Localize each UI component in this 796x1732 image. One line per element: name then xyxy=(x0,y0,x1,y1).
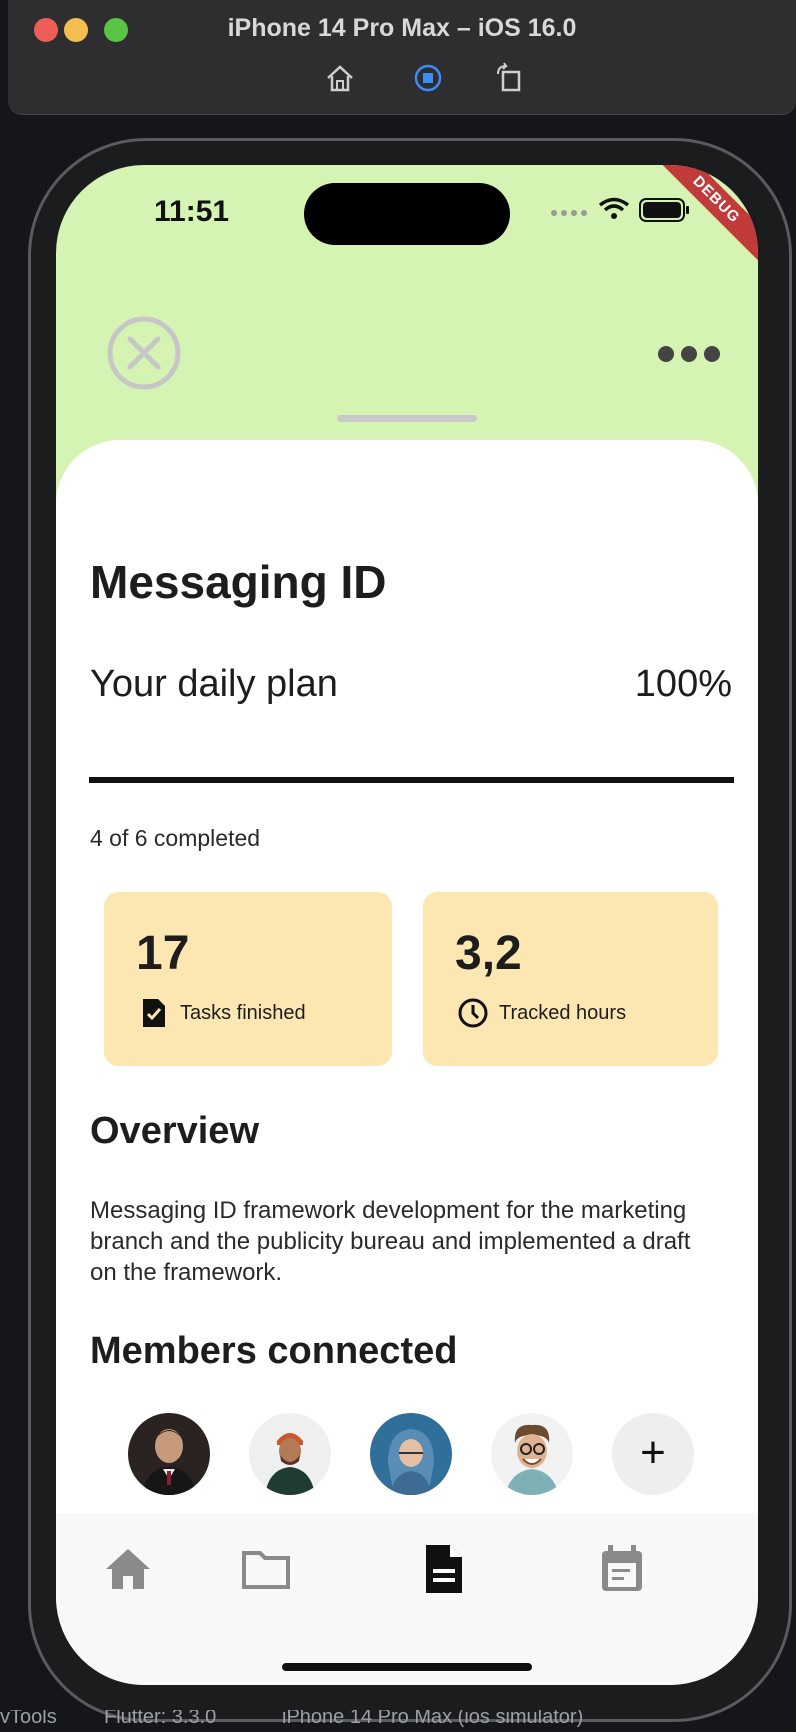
ide-status-strip: vTools Flutter: 3.3.0 iPhone 14 Pro Max … xyxy=(0,1710,796,1732)
simulator-screenshot-icon[interactable] xyxy=(412,62,444,94)
simulator-rotate-icon[interactable] xyxy=(494,62,526,94)
signal-icon xyxy=(551,210,587,216)
member-avatar[interactable] xyxy=(249,1413,331,1495)
dynamic-island xyxy=(304,183,510,245)
tracked-hours-label: Tracked hours xyxy=(499,1002,627,1024)
window-title: iPhone 14 Pro Max – iOS 16.0 xyxy=(227,14,577,42)
completed-count: 4 of 6 completed xyxy=(90,825,261,851)
task-done-icon xyxy=(138,997,170,1029)
overview-heading: Overview xyxy=(90,1110,259,1152)
daily-plan-progress xyxy=(89,777,734,783)
status-time: 11:51 xyxy=(154,195,230,228)
calendar-icon[interactable] xyxy=(594,1541,650,1597)
tracked-hours-card[interactable]: 3,2 Tracked hours xyxy=(423,892,718,1066)
page-title: Messaging ID xyxy=(90,556,387,608)
member-avatar[interactable] xyxy=(370,1413,452,1495)
close-icon[interactable] xyxy=(106,315,182,391)
status-icons xyxy=(548,195,718,225)
bottom-tab-bar xyxy=(56,1513,758,1685)
devtools-label[interactable]: vTools xyxy=(0,1710,57,1729)
daily-plan-percent: 100% xyxy=(634,663,732,705)
tasks-finished-value: 17 xyxy=(136,927,190,980)
progress-fill xyxy=(89,777,734,783)
flutter-version-label: Flutter: 3.3.0 xyxy=(104,1710,217,1728)
member-avatar[interactable] xyxy=(491,1413,573,1495)
daily-plan-label: Your daily plan xyxy=(90,663,338,705)
overview-text: Messaging ID framework development for t… xyxy=(90,1197,691,1286)
add-member-button[interactable]: + xyxy=(612,1413,694,1495)
folder-icon[interactable] xyxy=(238,1541,294,1597)
tasks-finished-label: Tasks finished xyxy=(180,1002,306,1024)
device-label[interactable]: iPhone 14 Pro Max (ios simulator) xyxy=(282,1710,583,1729)
simulator-toolbar: iPhone 14 Pro Max – iOS 16.0 xyxy=(8,0,796,115)
members-heading: Members connected xyxy=(90,1330,458,1372)
clock-icon xyxy=(457,997,489,1029)
battery-icon xyxy=(639,198,689,222)
tracked-hours-value: 3,2 xyxy=(455,927,522,980)
tasks-finished-card[interactable]: 17 Tasks finished xyxy=(104,892,392,1066)
more-horizontal-icon[interactable] xyxy=(656,343,722,365)
member-avatar[interactable] xyxy=(128,1413,210,1495)
wifi-icon xyxy=(598,197,630,219)
simulator-home-icon[interactable] xyxy=(324,62,356,94)
document-icon[interactable] xyxy=(416,1541,472,1597)
home-icon[interactable] xyxy=(100,1541,156,1597)
sheet-drag-handle[interactable] xyxy=(337,415,477,422)
home-indicator xyxy=(282,1663,532,1671)
app-screen: 11:51 DEBUG Messaging ID Your daily plan… xyxy=(56,165,758,1685)
